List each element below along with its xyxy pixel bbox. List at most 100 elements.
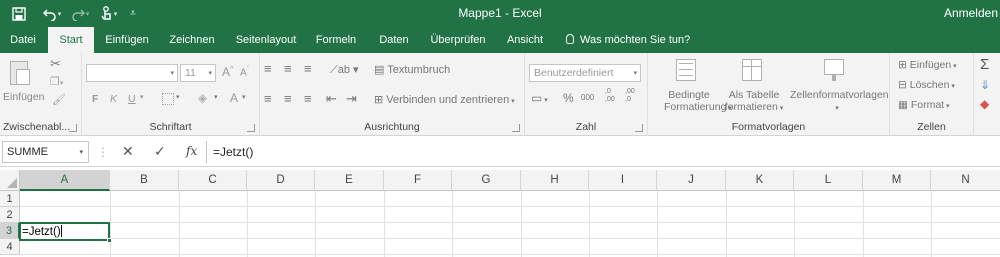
column-header[interactable]: A — [20, 170, 110, 191]
cell-styles-icon[interactable] — [824, 59, 846, 83]
clear-icon[interactable]: ◆ — [980, 97, 989, 111]
row-header[interactable]: 3 — [0, 223, 20, 239]
font-size-input[interactable]: 11 ▾ — [180, 64, 216, 82]
align-center-icon[interactable]: ≡ — [284, 91, 292, 106]
formula-bar-separator: ⋮ — [97, 145, 109, 159]
tab-einfuegen[interactable]: Einfügen — [98, 27, 156, 53]
grid-line — [384, 191, 385, 257]
column-header[interactable]: M — [863, 170, 931, 191]
clipboard-launcher-icon[interactable] — [69, 124, 77, 132]
insert-cells-button[interactable]: ⊞ Einfügen ▾ — [898, 59, 957, 71]
fill-dropdown-icon[interactable]: ▾ — [214, 93, 218, 101]
column-header[interactable]: L — [794, 170, 863, 191]
bold-button[interactable]: F — [92, 93, 98, 105]
paste-icon[interactable] — [10, 59, 32, 87]
number-format-select[interactable]: Benutzerdefiniert ▾ — [529, 64, 641, 82]
column-header[interactable]: H — [521, 170, 589, 191]
underline-dropdown-icon[interactable]: ▾ — [140, 93, 144, 101]
format-cells-button[interactable]: ▦ Format ▾ — [898, 99, 950, 111]
row-header[interactable]: 2 — [0, 207, 20, 223]
tab-seitenlayout[interactable]: Seitenlayout — [228, 27, 304, 53]
text-cursor — [60, 225, 62, 237]
autosum-icon[interactable]: Σ — [980, 56, 989, 73]
enter-icon[interactable]: ✓ — [154, 143, 166, 160]
align-left-icon[interactable]: ≡ — [264, 91, 272, 106]
fill-down-icon[interactable]: ⇓ — [980, 78, 990, 92]
tell-me-search[interactable]: Was möchten Sie tun? — [566, 27, 690, 53]
borders-dropdown-icon[interactable]: ▾ — [176, 93, 180, 101]
tab-datei[interactable]: Datei — [0, 27, 46, 53]
active-cell-a3[interactable]: =Jetzt() — [19, 222, 112, 243]
decrease-indent-icon[interactable]: ⇤ — [326, 91, 337, 107]
font-color-dropdown-icon[interactable]: ▾ — [242, 93, 246, 101]
increase-indent-icon[interactable]: ⇥ — [346, 91, 357, 107]
align-middle-icon[interactable]: ≡ — [284, 61, 292, 76]
column-header[interactable]: K — [726, 170, 794, 191]
copy-icon[interactable]: ❐▾ — [50, 75, 63, 88]
alignment-group-label: Ausrichtung — [364, 121, 420, 133]
row-header[interactable]: 4 — [0, 239, 20, 255]
column-header[interactable]: N — [931, 170, 1000, 191]
worksheet-grid[interactable]: A B C D E F G H I J K L M N 1 2 3 4 =Jet… — [0, 167, 1000, 257]
conditional-formatting-icon[interactable] — [676, 59, 698, 83]
tab-ansicht[interactable]: Ansicht — [500, 27, 550, 53]
tab-start[interactable]: Start — [48, 27, 94, 53]
cancel-icon[interactable]: ✕ — [122, 143, 134, 160]
tab-ueberpruefen[interactable]: Überprüfen — [424, 27, 492, 53]
font-name-input[interactable]: ▾ — [86, 64, 178, 82]
column-header[interactable]: I — [589, 170, 657, 191]
merge-icon: ⊞ — [374, 94, 387, 106]
sign-in-link[interactable]: Anmelden — [944, 6, 998, 20]
delete-cells-button[interactable]: ⊟ Löschen ▾ — [898, 79, 955, 91]
conditional-formatting-button[interactable]: Bedingte Formatierung ▾ — [664, 89, 732, 113]
name-box-dropdown-icon[interactable]: ▾ — [79, 148, 83, 156]
italic-button[interactable]: K — [110, 93, 117, 105]
decrease-decimal-button[interactable]: ,00,0 — [625, 88, 635, 104]
name-box[interactable]: SUMME ▾ — [2, 141, 89, 163]
grid-line — [247, 191, 248, 257]
tab-zeichnen[interactable]: Zeichnen — [164, 27, 220, 53]
wrap-text-button[interactable]: ▤ Textumbruch — [374, 63, 450, 76]
fill-handle[interactable] — [107, 238, 112, 243]
tab-formeln[interactable]: Formeln — [310, 27, 362, 53]
column-header[interactable]: G — [452, 170, 521, 191]
paste-button[interactable]: Einfügen — [3, 91, 44, 103]
align-right-icon[interactable]: ≡ — [304, 91, 312, 106]
shrink-font-button[interactable]: Aˇ — [240, 66, 249, 78]
alignment-launcher-icon[interactable] — [512, 124, 520, 132]
orientation-icon[interactable]: ⟋ab ▾ — [330, 63, 359, 77]
title-bar: ▾ ▾ ▾ ⩡ Mappe1 - Excel Anmelden — [0, 0, 1000, 27]
cut-icon[interactable]: ✂ — [50, 56, 61, 72]
increase-decimal-button[interactable]: ,0,00 — [605, 88, 615, 104]
grid-line — [863, 191, 864, 257]
fill-color-icon[interactable]: ◈ — [198, 91, 207, 105]
column-header[interactable]: B — [110, 170, 179, 191]
column-header[interactable]: E — [315, 170, 384, 191]
format-painter-icon[interactable]: 🖌 — [52, 93, 66, 106]
merge-center-button[interactable]: ⊞ Verbinden und zentrieren ▾ — [374, 93, 515, 106]
column-header[interactable]: D — [247, 170, 315, 191]
column-header[interactable]: J — [657, 170, 726, 191]
thousands-separator-button[interactable]: 000 — [581, 93, 594, 102]
grid-line — [931, 191, 932, 257]
format-as-table-icon[interactable] — [742, 59, 764, 83]
select-all-button[interactable] — [0, 170, 20, 191]
font-launcher-icon[interactable] — [247, 124, 255, 132]
column-header[interactable]: C — [179, 170, 247, 191]
row-header[interactable]: 1 — [0, 191, 20, 207]
borders-icon[interactable] — [162, 93, 174, 105]
column-header[interactable]: F — [384, 170, 452, 191]
insert-function-icon[interactable]: fx — [186, 144, 197, 158]
underline-button[interactable]: U — [128, 93, 136, 105]
align-top-icon[interactable]: ≡ — [264, 61, 273, 76]
cell-styles-button[interactable]: Zellenformatvorlagen ▾ — [790, 89, 889, 113]
grow-font-button[interactable]: A^ — [222, 65, 233, 79]
percent-button[interactable]: % — [563, 91, 574, 105]
align-bottom-icon[interactable]: ≡ — [304, 61, 312, 76]
number-launcher-icon[interactable] — [635, 124, 643, 132]
format-as-table-button[interactable]: Als Tabelle formatieren ▾ — [724, 89, 784, 113]
tab-daten[interactable]: Daten — [370, 27, 418, 53]
accounting-format-icon[interactable]: ▭ ▾ — [531, 91, 548, 105]
formula-input[interactable]: =Jetzt() — [206, 141, 1000, 163]
font-color-button[interactable]: A — [230, 91, 238, 105]
